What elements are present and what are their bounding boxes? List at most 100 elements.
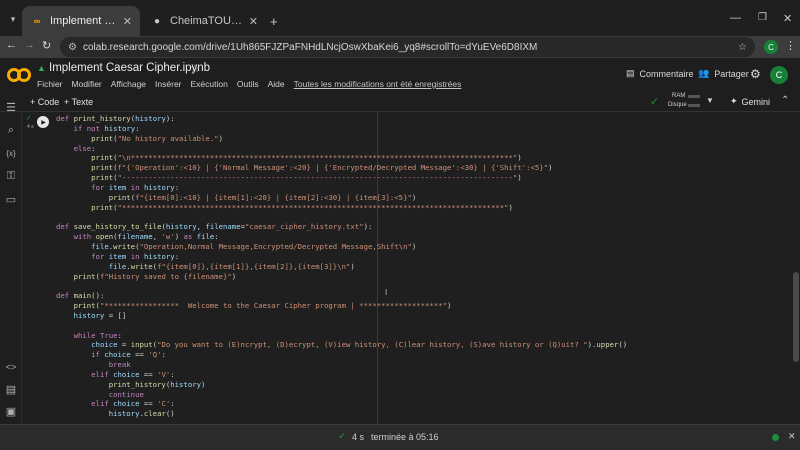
code-line[interactable]: file.write("Operation,Normal Message,Enc…	[56, 242, 627, 252]
code-line[interactable]	[56, 212, 627, 222]
code-line[interactable]: while True:	[56, 331, 627, 341]
comment-button[interactable]: ▤ Commentaire	[626, 68, 694, 79]
drive-icon: ▲	[37, 63, 46, 73]
code-line[interactable]: elif choice == 'C':	[56, 399, 627, 409]
back-icon[interactable]: ←	[6, 39, 17, 51]
star-notebook-icon[interactable]: ☆	[190, 62, 200, 75]
disk-label: Disque	[668, 102, 687, 108]
vertical-scrollbar[interactable]	[792, 112, 800, 424]
tab-search-icon[interactable]: ▾	[6, 12, 20, 26]
table-of-contents-icon[interactable]: ☰	[4, 100, 18, 114]
code-line[interactable]: break	[56, 360, 627, 370]
run-cell-button[interactable]: ▶	[37, 116, 49, 128]
add-text-button[interactable]: + Texte	[64, 97, 93, 107]
github-favicon-icon: ●	[153, 15, 161, 27]
code-line[interactable]: elif choice == 'V':	[56, 370, 627, 380]
new-tab-button[interactable]: +	[270, 14, 278, 29]
code-line[interactable]: if choice == 'Q':	[56, 350, 627, 360]
scrollbar-thumb[interactable]	[793, 272, 799, 362]
site-info-icon[interactable]: ⚙	[68, 42, 77, 53]
share-button[interactable]: 👥 Partager	[698, 68, 749, 79]
menu-execution[interactable]: Exécution	[191, 79, 228, 89]
code-line[interactable]: history = []	[56, 311, 627, 321]
notebook-title[interactable]: Implement Caesar Cipher.ipynb	[49, 62, 210, 74]
colab-favicon-icon: ∞	[33, 16, 41, 26]
forward-icon[interactable]: →	[24, 39, 35, 51]
colab-logo-icon[interactable]	[7, 65, 31, 85]
search-icon[interactable]: ⌕	[4, 123, 18, 137]
close-window-icon[interactable]: ✕	[783, 12, 792, 25]
add-code-button[interactable]: + Code	[30, 97, 59, 107]
code-line[interactable]: for item in history:	[56, 252, 627, 262]
browser-menu-icon[interactable]: ⋮	[785, 39, 796, 52]
code-line[interactable]: history.clear()	[56, 409, 627, 419]
code-line[interactable]: else:	[56, 144, 627, 154]
notebook-content[interactable]: ✓ ▶ 4 s def print_history(history): if n…	[22, 112, 792, 424]
code-line[interactable]: def save_history_to_file(history, filena…	[56, 222, 627, 232]
code-line[interactable]: choice = input("Do you want to (E)ncrypt…	[56, 340, 627, 350]
code-line[interactable]: print("No history available.")	[56, 134, 627, 144]
close-status-icon[interactable]: ✕	[788, 431, 796, 442]
collapse-header-icon[interactable]: ⌃	[781, 95, 789, 106]
command-palette-icon[interactable]: ▤	[4, 382, 18, 396]
code-line[interactable]: def print_history(history):	[56, 114, 627, 124]
share-label: Partager	[714, 68, 749, 79]
code-line[interactable]	[56, 281, 627, 291]
reload-icon[interactable]: ↻	[42, 39, 51, 52]
mouse-cursor-icon: I	[385, 288, 388, 297]
code-line[interactable]: print(f"{item[0]:<10} | {item[1]:<20} | …	[56, 193, 627, 203]
status-bar: ✓ 4 s terminée à 05:16 ✕	[0, 424, 800, 450]
tab-colab-notebook[interactable]: ∞ Implement Caesar Cipher.ipynb ✕	[22, 6, 140, 36]
menu-outils[interactable]: Outils	[237, 79, 259, 89]
status-finished: terminée à 05:16	[371, 432, 439, 442]
code-line[interactable]: print("---------------------------------…	[56, 173, 627, 183]
status-check-icon: ✓	[338, 431, 347, 442]
address-bar[interactable]: ⚙ colab.research.google.com/drive/1Uh865…	[60, 37, 755, 57]
code-line[interactable]: print(f"{'Operation':<10} | {'Normal Mes…	[56, 163, 627, 173]
save-status-link[interactable]: Toutes les modifications ont été enregis…	[294, 79, 462, 89]
code-line[interactable]: print("\n*******************************…	[56, 153, 627, 163]
secrets-key-icon[interactable]: ⚿	[4, 169, 18, 183]
gemini-sparkle-icon: ✦	[730, 96, 738, 106]
code-line[interactable]	[56, 321, 627, 331]
variables-icon[interactable]: {x}	[4, 146, 18, 160]
runtime-dropdown-icon[interactable]: ▼	[706, 96, 714, 105]
disk-usage-bar	[688, 104, 700, 107]
tab-github[interactable]: ● CheimaTOUR/Task-01-Implem ✕	[142, 6, 266, 36]
code-line[interactable]: print("***************** Welcome to the …	[56, 301, 627, 311]
colab-profile-avatar[interactable]: C	[770, 66, 788, 84]
gemini-button[interactable]: ✦ Gemini	[730, 96, 770, 107]
settings-gear-icon[interactable]: ⚙	[750, 67, 761, 81]
code-line[interactable]: print("*********************************…	[56, 203, 627, 213]
code-line[interactable]: with open(filename, 'w') as file:	[56, 232, 627, 242]
minimize-window-icon[interactable]: —	[730, 12, 741, 24]
terminal-icon[interactable]: ▣	[4, 404, 18, 418]
code-line[interactable]: print_history(history)	[56, 380, 627, 390]
files-folder-icon[interactable]: ▭	[4, 192, 18, 206]
close-tab-icon[interactable]: ✕	[123, 15, 132, 28]
ram-usage-bar	[688, 95, 700, 98]
maximize-window-icon[interactable]: ❐	[758, 12, 767, 23]
menu-inserer[interactable]: Insérer	[155, 79, 181, 89]
code-line[interactable]: if not history:	[56, 124, 627, 134]
code-line[interactable]: continue	[56, 390, 627, 400]
code-snippets-icon[interactable]: <>	[4, 360, 18, 374]
menu-fichier[interactable]: Fichier	[37, 79, 63, 89]
code-line[interactable]: for item in history:	[56, 183, 627, 193]
code-line[interactable]: def main():	[56, 291, 627, 301]
code-line[interactable]: file.write(f"{item[0]},{item[1]},{item[2…	[56, 262, 627, 272]
bookmark-star-icon[interactable]: ☆	[738, 42, 747, 53]
gemini-label: Gemini	[741, 96, 771, 107]
left-sidebar-rail: ☰ ⌕ {x} ⚿ ▭ <> ▤ ▣	[0, 102, 22, 424]
code-line[interactable]: print(f"History saved to {filename}")	[56, 272, 627, 282]
close-tab-icon[interactable]: ✕	[249, 15, 258, 28]
tab-title: Implement Caesar Cipher.ipynb	[50, 15, 117, 27]
ram-disk-indicator[interactable]: RAM Disque	[668, 93, 702, 111]
browser-profile-avatar[interactable]: C	[764, 40, 778, 54]
menu-aide[interactable]: Aide	[268, 79, 285, 89]
code-editor[interactable]: def print_history(history): if not histo…	[56, 114, 627, 419]
menu-modifier[interactable]: Modifier	[72, 79, 102, 89]
menu-affichage[interactable]: Affichage	[111, 79, 146, 89]
code-cell[interactable]: ✓ ▶ 4 s def print_history(history): if n…	[26, 112, 790, 424]
colab-header: ▲ Implement Caesar Cipher.ipynb ☆ Fichie…	[0, 58, 800, 92]
